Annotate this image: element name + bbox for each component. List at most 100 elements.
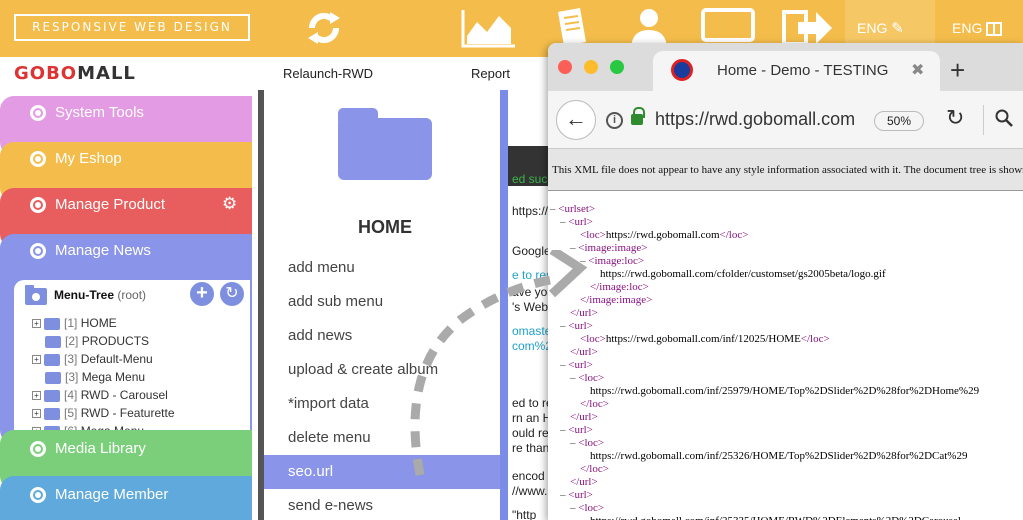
background-text-line: e to res [512, 268, 553, 282]
minimize-window-button[interactable] [584, 60, 598, 74]
reload-icon[interactable]: ↻ [946, 105, 964, 131]
xml-line[interactable]: – <loc> [570, 437, 604, 450]
context-menu-item[interactable]: add news [264, 319, 506, 353]
background-text-line: //www. [512, 484, 548, 498]
xml-line: https://rwd.gobomall.com/cfolder/customs… [600, 268, 886, 281]
collapse-toggle[interactable]: – [570, 437, 576, 449]
background-text-line: encod [512, 469, 545, 483]
collapse-toggle[interactable]: – [560, 359, 566, 371]
panel-divider [500, 90, 508, 520]
folder-icon [44, 317, 60, 330]
add-icon[interactable]: + [190, 282, 214, 306]
address-bar[interactable]: https://rwd.gobomall.com [655, 109, 855, 130]
xml-text: https://rwd.gobomall.com/inf/25335/HOME/… [590, 515, 961, 520]
close-tab-icon[interactable]: ✖ [911, 60, 924, 80]
xml-close-tag: </url> [570, 411, 598, 423]
tree-row-label: HOME [80, 316, 117, 330]
xml-text: https://rwd.gobomall.com/cfolder/customs… [600, 268, 886, 280]
xml-line[interactable]: – <urlset> [550, 203, 595, 216]
collapse-toggle[interactable]: – [560, 320, 566, 332]
context-menu-item[interactable]: delete menu [264, 421, 506, 455]
xml-close-tag: </url> [570, 307, 598, 319]
context-menu-item[interactable]: upload & create album [264, 353, 506, 387]
tree-row[interactable]: [3] Mega Menu [32, 368, 145, 386]
xml-close-tag: </image:image> [580, 294, 653, 306]
context-menu-panel: HOME add menu add sub menu add news upload … [258, 90, 506, 520]
collapse-toggle[interactable]: – [570, 242, 576, 254]
site-favicon [671, 59, 693, 81]
collapse-toggle[interactable]: – [570, 502, 576, 514]
tree-row[interactable]: [2] PRODUCTS [32, 332, 149, 350]
layout-icon [986, 22, 1003, 37]
xml-close-tag: </loc> [580, 398, 609, 410]
context-menu-item[interactable]: seo.url [264, 455, 506, 489]
browser-tab[interactable]: Home - Demo - TESTING ✖ [653, 51, 940, 91]
folder-icon [44, 407, 60, 420]
menu-manage-member[interactable]: Manage Member [0, 476, 252, 520]
browser-tabbar: Home - Demo - TESTING ✖ + [548, 43, 1023, 91]
collapse-toggle[interactable]: – [560, 216, 566, 228]
folder-icon [45, 335, 61, 348]
language-label-2: ENG [952, 20, 983, 36]
tab-title: Home - Demo - TESTING [717, 62, 889, 79]
gear-icon[interactable]: ⚙ [222, 194, 237, 214]
xml-line[interactable]: – <url> [560, 489, 593, 502]
back-arrow-icon[interactable]: ← [556, 100, 596, 140]
search-icon[interactable] [995, 109, 1013, 127]
expand-icon[interactable]: + [32, 391, 41, 401]
xml-line[interactable]: – <url> [560, 320, 593, 333]
collapse-toggle[interactable]: – [560, 424, 566, 436]
responsive-web-design-badge[interactable]: RESPONSIVE WEB DESIGN [14, 14, 250, 41]
xml-line[interactable]: – <url> [560, 216, 593, 229]
language-label: ENG [857, 20, 888, 36]
xml-line[interactable]: – <loc> [570, 372, 604, 385]
report-link[interactable]: Report [471, 66, 510, 81]
expand-icon[interactable]: + [32, 409, 41, 419]
xml-line[interactable]: – <image:loc> [580, 255, 644, 268]
circle-icon [30, 487, 46, 503]
tree-row[interactable]: + [3] Default-Menu [32, 350, 153, 368]
xml-line: https://rwd.gobomall.com/inf/25979/HOME/… [590, 385, 979, 398]
folder-tree-icon [25, 285, 47, 305]
refresh-icon[interactable] [292, 6, 356, 50]
xml-open-tag: <url> [568, 359, 593, 371]
tree-row[interactable]: + [1] HOME [32, 314, 117, 332]
xml-open-tag: <loc> [578, 372, 605, 384]
xml-line: </image:image> [580, 294, 652, 307]
expand-icon[interactable]: + [32, 319, 41, 329]
collapse-toggle[interactable]: – [570, 372, 576, 384]
collapse-toggle[interactable]: – [580, 255, 586, 267]
relaunch-rwd-link[interactable]: Relaunch-RWD [283, 66, 373, 81]
expand-icon[interactable]: + [32, 355, 41, 365]
tree-row-label: PRODUCTS [81, 334, 150, 348]
xml-line[interactable]: – <loc> [570, 502, 604, 515]
background-text-line: Google [512, 244, 551, 258]
maximize-window-button[interactable] [610, 60, 624, 74]
xml-line[interactable]: – <url> [560, 359, 593, 372]
xml-info-banner: This XML file does not appear to have an… [548, 149, 1023, 191]
close-window-button[interactable] [558, 60, 572, 74]
menu-label: Media Library [55, 440, 146, 457]
collapse-toggle[interactable]: – [550, 203, 556, 215]
report-icon[interactable] [455, 6, 519, 50]
xml-open-tag: <urlset> [558, 203, 596, 215]
tree-row[interactable]: + [5] RWD - Featurette [32, 404, 175, 422]
tree-row[interactable]: + [4] RWD - Carousel [32, 386, 168, 404]
xml-line[interactable]: – <url> [560, 424, 593, 437]
tree-row-label: RWD - Featurette [80, 406, 175, 420]
new-tab-icon[interactable]: + [950, 55, 965, 86]
refresh-tree-icon[interactable]: ↻ [220, 282, 244, 306]
zoom-level[interactable]: 50% [874, 111, 924, 131]
folder-icon [44, 353, 60, 366]
folder-icon [45, 371, 61, 384]
context-menu-item[interactable]: *import data [264, 387, 506, 421]
context-menu-item[interactable]: add menu [264, 251, 506, 285]
xml-open-tag: <url> [568, 489, 593, 501]
xml-line[interactable]: – <image:image> [570, 242, 647, 255]
xml-open-tag: <loc> [580, 333, 606, 345]
info-icon[interactable]: i [606, 112, 623, 129]
context-menu-item[interactable]: send e-news [264, 489, 506, 520]
collapse-toggle[interactable]: – [560, 489, 566, 501]
folder-icon [338, 108, 432, 180]
context-menu-item[interactable]: add sub menu [264, 285, 506, 319]
